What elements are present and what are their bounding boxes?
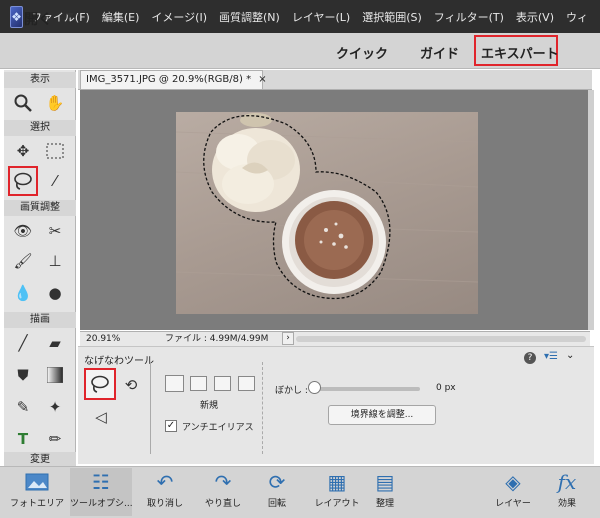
eraser-tool-icon[interactable]: ▰ bbox=[42, 330, 68, 356]
menu-image[interactable]: イメージ(I) bbox=[151, 9, 207, 25]
vertical-scrollbar[interactable] bbox=[588, 90, 594, 330]
subtract-selection-icon[interactable] bbox=[214, 376, 231, 391]
redo-label: やり直し bbox=[204, 499, 241, 509]
options-menu-icon[interactable]: ▾☰ bbox=[544, 351, 558, 362]
antialias-label: アンチエイリアス bbox=[182, 423, 254, 433]
new-selection-icon[interactable] bbox=[165, 375, 184, 392]
feather-value: 0 px bbox=[436, 383, 456, 393]
add-selection-icon[interactable] bbox=[190, 376, 207, 391]
lasso-tool-icon[interactable] bbox=[8, 166, 38, 196]
menu-layer[interactable]: レイヤー(L) bbox=[292, 9, 350, 25]
toolbox-section-draw: 描画 bbox=[4, 312, 76, 328]
status-bar: 20.91% ファイル : 4.99M/4.99M › bbox=[80, 331, 590, 346]
layers-label: レイヤー bbox=[495, 499, 531, 509]
zoom-tool-icon[interactable] bbox=[10, 90, 36, 116]
app-logo-icon: ❖ bbox=[10, 5, 23, 28]
feather-slider-thumb[interactable] bbox=[308, 381, 321, 394]
refine-edge-button[interactable]: 境界線を調整... bbox=[328, 405, 436, 425]
undo-icon: ↶ bbox=[156, 470, 174, 494]
toolbox-section-enhance: 画質調整 bbox=[4, 200, 76, 216]
brush-tool-icon[interactable]: ╱ bbox=[10, 330, 36, 356]
marquee-tool-icon[interactable] bbox=[42, 138, 68, 164]
menu-view[interactable]: 表示(V) bbox=[516, 9, 554, 25]
healing-tool-icon[interactable]: ✂ bbox=[42, 218, 68, 244]
feather-slider-track[interactable] bbox=[316, 387, 420, 391]
layers-button[interactable]: ◈ レイヤー bbox=[482, 468, 544, 509]
document-tab[interactable]: IMG_3571.JPG @ 20.9%(RGB/8) * × bbox=[80, 70, 267, 89]
clone-stamp-icon[interactable]: ⊥ bbox=[42, 248, 68, 274]
chevron-down-icon[interactable] bbox=[66, 13, 74, 18]
custom-shape-icon[interactable]: ✦ bbox=[42, 394, 68, 420]
effects-button[interactable]: fx 効果 bbox=[536, 468, 598, 509]
toolbox-section-view: 表示 bbox=[4, 72, 76, 88]
photo-bin-icon bbox=[6, 468, 68, 496]
polygon-lasso-option-icon[interactable]: ◁ bbox=[88, 404, 114, 430]
antialias-checkbox[interactable]: ✓ bbox=[165, 420, 177, 432]
magic-wand-tool-icon[interactable]: ⁄ bbox=[42, 168, 68, 194]
photo-bin-button[interactable]: フォトエリア bbox=[6, 468, 68, 509]
zoom-level[interactable]: 20.91% bbox=[86, 332, 120, 346]
menu-bar: ❖ ファイル(F) 編集(E) イメージ(I) 画質調整(N) レイヤー(L) … bbox=[0, 0, 600, 33]
menu-window[interactable]: ウィ bbox=[566, 9, 588, 25]
undo-label: 取り消し bbox=[146, 499, 183, 509]
menu-edit[interactable]: 編集(E) bbox=[102, 9, 140, 25]
tab-expert[interactable]: エキスパート bbox=[481, 43, 559, 62]
organize-button[interactable]: ▤ 整理 bbox=[354, 468, 416, 509]
rotate-label: 回転 bbox=[267, 499, 286, 509]
collapse-chevron-icon[interactable]: ⌄ bbox=[566, 350, 574, 361]
status-menu-arrow-icon[interactable]: › bbox=[282, 332, 294, 345]
document-tab-title: IMG_3571.JPG @ 20.9%(RGB/8) * bbox=[86, 74, 252, 85]
tool-options-label: ツールオプシ... bbox=[70, 499, 133, 509]
tool-options-icon: ☷ bbox=[92, 470, 110, 494]
rotate-icon: ⟳ bbox=[268, 470, 286, 494]
open-button[interactable]: 開く bbox=[24, 9, 52, 29]
photo-image[interactable] bbox=[176, 112, 478, 314]
redo-button[interactable]: ↷ やり直し bbox=[192, 468, 254, 509]
help-icon[interactable]: ? bbox=[524, 352, 536, 364]
separator bbox=[150, 362, 151, 454]
tab-quick[interactable]: クイック bbox=[336, 43, 388, 62]
sponge-tool-icon[interactable]: ● bbox=[42, 280, 68, 306]
pencil-tool-icon[interactable]: ✏ bbox=[42, 426, 68, 452]
file-info: ファイル : 4.99M/4.99M bbox=[165, 334, 269, 344]
organize-icon: ▤ bbox=[375, 470, 395, 494]
move-tool-icon[interactable]: ✥ bbox=[10, 138, 36, 164]
photo-bin-label: フォトエリア bbox=[9, 499, 64, 509]
tool-options-button[interactable]: ☷ ツールオプシ... bbox=[70, 468, 133, 516]
menu-filter[interactable]: フィルター(T) bbox=[434, 9, 504, 25]
horizontal-scrollbar[interactable] bbox=[296, 336, 586, 342]
organize-label: 整理 bbox=[375, 499, 394, 509]
smart-brush-icon[interactable]: 🖌 bbox=[10, 248, 36, 274]
undo-button[interactable]: ↶ 取り消し bbox=[134, 468, 196, 509]
layers-icon: ◈ bbox=[505, 470, 521, 494]
tab-guided[interactable]: ガイド bbox=[420, 43, 459, 62]
menu-enhance[interactable]: 画質調整(N) bbox=[219, 9, 280, 25]
menu-select[interactable]: 選択範囲(S) bbox=[362, 9, 422, 25]
lasso-option-icon[interactable] bbox=[84, 368, 116, 400]
separator-dashed bbox=[262, 362, 263, 454]
close-icon[interactable]: × bbox=[258, 74, 266, 85]
fx-icon: fx bbox=[557, 470, 577, 494]
effects-label: 効果 bbox=[557, 499, 576, 509]
rotate-button[interactable]: ⟳ 回転 bbox=[246, 468, 308, 509]
type-tool-icon[interactable]: T bbox=[10, 426, 36, 452]
feather-label: ぼかし : bbox=[275, 386, 308, 396]
toolbox-section-select: 選択 bbox=[4, 120, 76, 136]
paint-bucket-icon[interactable]: ⛊ bbox=[10, 362, 36, 388]
eyedropper-tool-icon[interactable]: ✎ bbox=[10, 394, 36, 420]
magnetic-lasso-option-icon[interactable]: ⟲ bbox=[118, 372, 144, 398]
eye-tool-icon[interactable]: 👁 bbox=[10, 218, 36, 244]
intersect-selection-icon[interactable] bbox=[238, 376, 255, 391]
tool-options-title: なげなわツール bbox=[84, 356, 154, 367]
redo-icon: ↷ bbox=[214, 470, 232, 494]
blur-tool-icon[interactable]: 💧 bbox=[10, 280, 36, 306]
hand-tool-icon[interactable]: ✋ bbox=[42, 90, 68, 116]
gradient-tool-icon[interactable] bbox=[42, 362, 68, 388]
new-selection-label: 新規 bbox=[200, 401, 219, 411]
